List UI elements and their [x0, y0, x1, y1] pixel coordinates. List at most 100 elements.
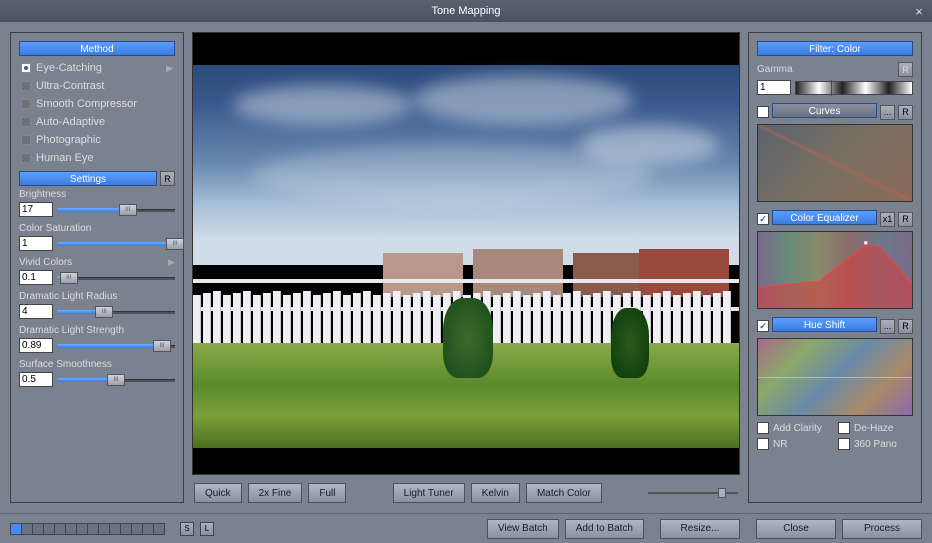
- setting-radius: Dramatic Light Radius 4 III: [19, 291, 175, 319]
- setting-smoothness: Surface Smoothness 0.5 III: [19, 359, 175, 387]
- slider-thumb[interactable]: III: [119, 204, 137, 216]
- method-label: Ultra-Contrast: [36, 80, 104, 92]
- nr-checkbox[interactable]: [757, 438, 769, 450]
- preview-zoom-slider[interactable]: [648, 487, 738, 499]
- hue-shift-header: Hue Shift: [772, 317, 877, 332]
- setting-label: Brightness: [19, 189, 66, 200]
- pano-option[interactable]: 360 Pano: [838, 438, 913, 450]
- quick-button[interactable]: Quick: [194, 483, 242, 503]
- radio-icon[interactable]: [21, 135, 31, 145]
- close-icon[interactable]: ×: [912, 4, 926, 18]
- method-item-ultra-contrast[interactable]: Ultra-Contrast: [19, 77, 175, 95]
- view-batch-button[interactable]: View Batch: [487, 519, 559, 539]
- method-item-auto-adaptive[interactable]: Auto-Adaptive: [19, 113, 175, 131]
- setting-vivid: Vivid Colors ▶ 0.1 III: [19, 257, 175, 285]
- process-button[interactable]: Process: [842, 519, 922, 539]
- match-color-button[interactable]: Match Color: [526, 483, 602, 503]
- color-eq-checkbox[interactable]: [757, 213, 769, 225]
- settings-header: Settings: [19, 171, 157, 186]
- method-label: Smooth Compressor: [36, 98, 137, 110]
- resize-button[interactable]: Resize...: [660, 519, 740, 539]
- slider-thumb[interactable]: III: [107, 374, 125, 386]
- hue-shift-more-button[interactable]: ...: [880, 319, 895, 334]
- color-eq-preview[interactable]: [757, 231, 913, 309]
- saturation-slider[interactable]: III: [57, 238, 175, 250]
- kelvin-button[interactable]: Kelvin: [471, 483, 520, 503]
- strength-slider[interactable]: III: [57, 340, 175, 352]
- center-panel: Quick 2x Fine Full Light Tuner Kelvin Ma…: [192, 32, 740, 503]
- full-button[interactable]: Full: [308, 483, 346, 503]
- hue-shift-checkbox[interactable]: [757, 320, 769, 332]
- filter-header: Filter: Color: [757, 41, 913, 56]
- save-preset-button[interactable]: S: [180, 522, 194, 536]
- radio-icon[interactable]: [21, 81, 31, 91]
- curves-more-button[interactable]: ...: [880, 105, 895, 120]
- smoothness-input[interactable]: 0.5: [19, 372, 53, 387]
- saturation-input[interactable]: 1: [19, 236, 53, 251]
- brightness-input[interactable]: 17: [19, 202, 53, 217]
- color-eq-x1-button[interactable]: x1: [880, 212, 895, 227]
- radio-icon[interactable]: [21, 63, 31, 73]
- gamma-reset-button[interactable]: R: [898, 62, 913, 77]
- de-haze-option[interactable]: De-Haze: [838, 422, 913, 434]
- setting-label: Color Saturation: [19, 223, 91, 234]
- add-clarity-option[interactable]: Add Clarity: [757, 422, 832, 434]
- strength-input[interactable]: 0.89: [19, 338, 53, 353]
- curves-reset-button[interactable]: R: [898, 105, 913, 120]
- gamma-input[interactable]: 1: [757, 80, 791, 95]
- slider-thumb[interactable]: III: [166, 238, 184, 250]
- radio-icon[interactable]: [21, 117, 31, 127]
- smoothness-slider[interactable]: III: [57, 374, 175, 386]
- slider-thumb[interactable]: III: [60, 272, 78, 284]
- curves-preview[interactable]: [757, 124, 913, 202]
- hue-shift-preview[interactable]: [757, 338, 913, 416]
- window-title: Tone Mapping: [431, 5, 500, 17]
- settings-reset-button[interactable]: R: [160, 171, 175, 186]
- preset-slot-14[interactable]: [153, 523, 165, 535]
- chevron-right-icon: ▶: [168, 257, 175, 268]
- vivid-input[interactable]: 0.1: [19, 270, 53, 285]
- setting-label: Surface Smoothness: [19, 359, 112, 370]
- radius-slider[interactable]: III: [57, 306, 175, 318]
- method-header: Method: [19, 41, 175, 56]
- de-haze-checkbox[interactable]: [838, 422, 850, 434]
- hue-shift-reset-button[interactable]: R: [898, 319, 913, 334]
- setting-label: Vivid Colors: [19, 257, 72, 268]
- slider-thumb[interactable]: III: [153, 340, 171, 352]
- method-label: Eye-Catching: [36, 62, 102, 74]
- add-clarity-checkbox[interactable]: [757, 422, 769, 434]
- radio-icon[interactable]: [21, 99, 31, 109]
- gamma-label: Gamma: [757, 64, 793, 75]
- nr-option[interactable]: NR: [757, 438, 832, 450]
- close-button[interactable]: Close: [756, 519, 836, 539]
- method-label: Human Eye: [36, 152, 93, 164]
- add-to-batch-button[interactable]: Add to Batch: [565, 519, 644, 539]
- preview-image[interactable]: [192, 32, 740, 475]
- method-label: Photographic: [36, 134, 101, 146]
- titlebar: Tone Mapping ×: [0, 0, 932, 22]
- curves-header: Curves: [772, 103, 877, 118]
- vivid-slider[interactable]: III: [57, 272, 175, 284]
- preset-slots: [10, 523, 164, 535]
- 2xfine-button[interactable]: 2x Fine: [248, 483, 303, 503]
- load-preset-button[interactable]: L: [200, 522, 214, 536]
- light-tuner-button[interactable]: Light Tuner: [393, 483, 465, 503]
- color-eq-header: Color Equalizer: [772, 210, 877, 225]
- radio-icon[interactable]: [21, 153, 31, 163]
- setting-saturation: Color Saturation 1 III: [19, 223, 175, 251]
- method-item-photographic[interactable]: Photographic: [19, 131, 175, 149]
- brightness-slider[interactable]: III: [57, 204, 175, 216]
- radius-input[interactable]: 4: [19, 304, 53, 319]
- slider-thumb[interactable]: III: [95, 306, 113, 318]
- method-item-eye-catching[interactable]: Eye-Catching▶: [19, 59, 175, 77]
- pano-checkbox[interactable]: [838, 438, 850, 450]
- color-eq-reset-button[interactable]: R: [898, 212, 913, 227]
- right-panel: Filter: Color Gamma R 1 Curves ... R Col…: [748, 32, 922, 503]
- setting-brightness: Brightness 17 III: [19, 189, 175, 217]
- setting-label: Dramatic Light Radius: [19, 291, 117, 302]
- gamma-gradient[interactable]: [795, 81, 913, 95]
- method-item-smooth-compressor[interactable]: Smooth Compressor: [19, 95, 175, 113]
- left-panel: Method Eye-Catching▶Ultra-ContrastSmooth…: [10, 32, 184, 503]
- method-item-human-eye[interactable]: Human Eye: [19, 149, 175, 167]
- curves-checkbox[interactable]: [757, 106, 769, 118]
